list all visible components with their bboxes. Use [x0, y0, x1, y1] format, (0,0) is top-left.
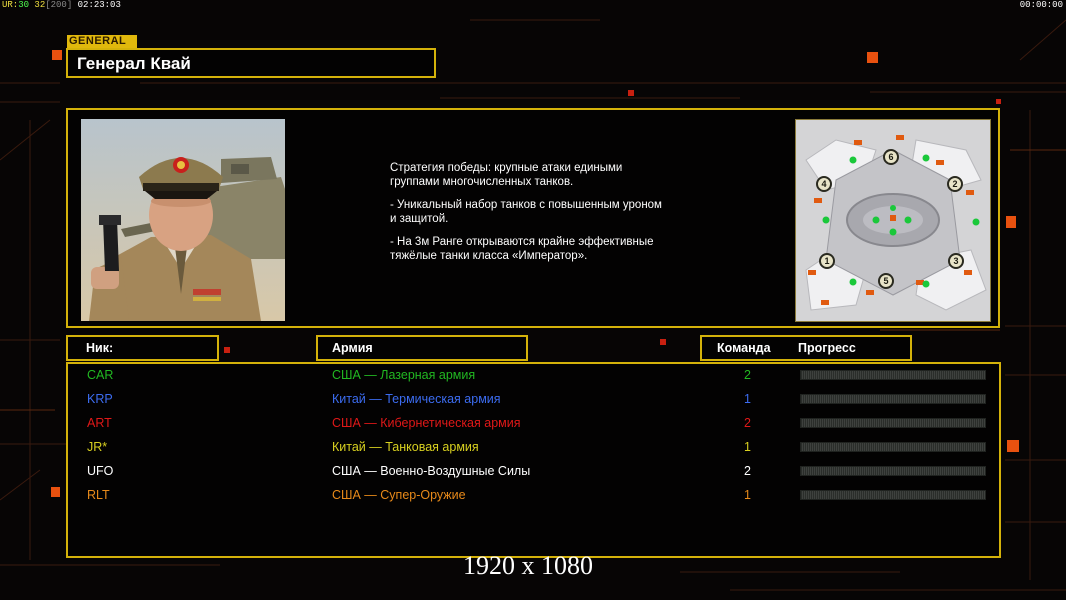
hud-stat: 02:23:03	[77, 0, 121, 10]
player-nick: JR*	[87, 440, 108, 454]
player-row[interactable]: ART США — Кибернетическая армия 2	[68, 414, 999, 432]
strategy-description: Стратегия победы: крупные атаки едиными …	[390, 161, 710, 272]
hud-stat: 30	[18, 0, 30, 10]
general-tag: GENERAL	[67, 35, 137, 48]
progress-header: Прогресс	[798, 341, 856, 355]
orange-marker	[224, 347, 230, 353]
player-row[interactable]: CAR США — Лазерная армия 2	[68, 366, 999, 384]
orange-marker	[867, 52, 878, 63]
team-header: Команда	[717, 341, 771, 355]
team-progress-header-box: Команда Прогресс	[700, 335, 912, 361]
general-name: Генерал Квай	[77, 54, 191, 73]
player-nick: RLT	[87, 488, 110, 502]
player-row[interactable]: RLT США — Супер-Оружие 1	[68, 486, 999, 504]
spawn-label: 6	[888, 152, 893, 162]
player-team: 2	[744, 416, 751, 430]
hud-stat: UR:	[2, 0, 19, 10]
progress-bar	[800, 490, 986, 500]
player-army: США — Супер-Оружие	[332, 488, 466, 502]
player-team: 2	[744, 464, 751, 478]
progress-bar	[800, 442, 986, 452]
player-team: 2	[744, 368, 751, 382]
player-nick: KRP	[87, 392, 113, 406]
army-header-box: Армия	[316, 335, 528, 361]
spawn-label: 1	[824, 256, 829, 266]
general-title-box: Генерал Квай	[66, 48, 436, 78]
player-list: CAR США — Лазерная армия 2 KRP Китай — Т…	[66, 362, 1001, 558]
progress-bar	[800, 466, 986, 476]
spawn-label: 2	[952, 179, 957, 189]
spawn-label: 5	[883, 276, 888, 286]
progress-bar	[800, 394, 986, 404]
spawn-label: 4	[821, 179, 826, 189]
orange-marker	[51, 487, 60, 497]
hud-stat: [200]	[45, 0, 73, 10]
player-team: 1	[744, 392, 751, 406]
orange-marker	[996, 99, 1001, 104]
player-row[interactable]: KRP Китай — Термическая армия 1	[68, 390, 999, 408]
hud-stats: UR:30 32[200] 02:23:03	[2, 0, 121, 10]
orange-marker	[52, 50, 62, 60]
player-army: Китай — Термическая армия	[332, 392, 501, 406]
player-army: США — Военно-Воздушные Силы	[332, 464, 531, 478]
general-info-panel: Стратегия победы: крупные атаки едиными …	[66, 108, 1000, 328]
orange-marker	[1007, 440, 1019, 452]
army-header: Армия	[332, 341, 373, 355]
player-team: 1	[744, 488, 751, 502]
orange-marker	[1006, 216, 1016, 228]
nick-header-box: Ник:	[66, 335, 219, 361]
player-nick: ART	[87, 416, 112, 430]
progress-bar	[800, 418, 986, 428]
map-minimap: 1 2 3 4 5 6	[796, 120, 990, 321]
player-nick: UFO	[87, 464, 114, 478]
hud-stat: 32	[34, 0, 46, 10]
player-army: США — Лазерная армия	[332, 368, 476, 382]
strategy-line: Стратегия победы: крупные атаки едиными …	[390, 162, 623, 189]
strategy-line: - Уникальный набор танков с повышенным у…	[390, 198, 662, 226]
general-portrait	[81, 119, 285, 321]
hud-clock: 00:00:00	[1019, 0, 1063, 10]
spawn-label: 3	[953, 256, 958, 266]
strategy-line: - На 3м Ранге открываются крайне эффекти…	[390, 235, 654, 263]
player-army: Китай — Танковая армия	[332, 440, 479, 454]
nick-header: Ник:	[86, 341, 114, 355]
map-preview[interactable]: 1 2 3 4 5 6	[795, 119, 991, 322]
orange-marker	[628, 90, 634, 96]
orange-marker	[660, 339, 666, 345]
player-row[interactable]: JR* Китай — Танковая армия 1	[68, 438, 999, 456]
player-row[interactable]: UFO США — Военно-Воздушные Силы 2	[68, 462, 999, 480]
player-team: 1	[744, 440, 751, 454]
player-army: США — Кибернетическая армия	[332, 416, 521, 430]
resolution-label: 1920 x 1080	[463, 551, 593, 580]
progress-bar	[800, 370, 986, 380]
player-nick: CAR	[87, 368, 114, 382]
